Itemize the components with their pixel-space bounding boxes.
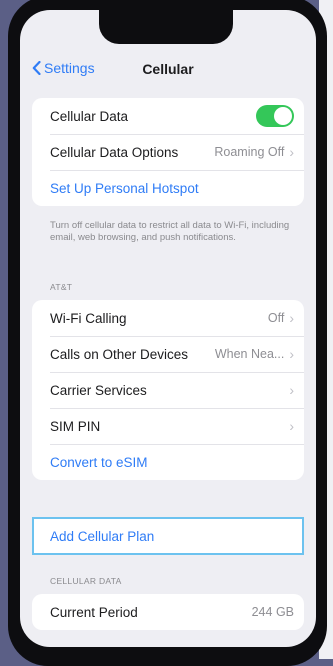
cellular-data-options-label: Cellular Data Options — [50, 144, 179, 160]
carrier-section-header: AT&T — [50, 282, 73, 292]
row-cellular-data-options[interactable]: Cellular Data Options Roaming Off › — [32, 134, 304, 170]
chevron-right-icon: › — [289, 382, 294, 398]
add-cellular-plan-label: Add Cellular Plan — [50, 528, 155, 544]
navigation-bar: Settings Cellular — [20, 54, 316, 86]
wifi-calling-label: Wi-Fi Calling — [50, 310, 127, 326]
calls-other-devices-value: When Nea... — [214, 347, 285, 361]
cellular-data-label: Cellular Data — [50, 108, 129, 124]
personal-hotspot-link[interactable]: Set Up Personal Hotspot — [50, 181, 199, 196]
row-calls-other-devices[interactable]: Calls on Other Devices When Nea... › — [32, 336, 304, 372]
carrier-group: Wi-Fi Calling Off › Calls on Other Devic… — [32, 300, 304, 480]
usage-group: Current Period 244 GB — [32, 594, 304, 630]
row-current-period: Current Period 244 GB — [32, 594, 304, 630]
cellular-data-toggle[interactable] — [256, 105, 294, 127]
row-personal-hotspot[interactable]: Set Up Personal Hotspot — [32, 170, 304, 206]
cellular-data-group: Cellular Data Cellular Data Options Roam… — [32, 98, 304, 206]
wifi-calling-value: Off — [267, 311, 285, 325]
chevron-right-icon: › — [289, 346, 294, 362]
notch — [99, 10, 233, 44]
row-carrier-services[interactable]: Carrier Services › — [32, 372, 304, 408]
calls-other-devices-label: Calls on Other Devices — [50, 346, 189, 362]
row-convert-esim[interactable]: Convert to eSIM — [32, 444, 304, 480]
current-period-label: Current Period — [50, 604, 138, 620]
toggle-knob — [274, 107, 292, 125]
page-title: Cellular — [142, 61, 194, 77]
sim-pin-label: SIM PIN — [50, 418, 101, 434]
cellular-data-options-value: Roaming Off — [214, 145, 285, 159]
current-period-value: 244 GB — [251, 605, 294, 619]
cellular-data-section-header: CELLULAR DATA — [50, 576, 122, 586]
chevron-right-icon: › — [289, 418, 294, 434]
row-cellular-data[interactable]: Cellular Data — [32, 98, 304, 134]
add-cellular-plan-button[interactable]: Add Cellular Plan — [32, 517, 304, 555]
chevron-right-icon: › — [289, 144, 294, 160]
chevron-right-icon: › — [289, 310, 294, 326]
cellular-data-footnote: Turn off cellular data to restrict all d… — [50, 220, 290, 243]
phone-screen: Settings Cellular Cellular Data Cellular… — [20, 10, 316, 647]
row-sim-pin[interactable]: SIM PIN › — [32, 408, 304, 444]
convert-esim-link[interactable]: Convert to eSIM — [50, 455, 148, 470]
row-wifi-calling[interactable]: Wi-Fi Calling Off › — [32, 300, 304, 336]
carrier-services-label: Carrier Services — [50, 382, 147, 398]
